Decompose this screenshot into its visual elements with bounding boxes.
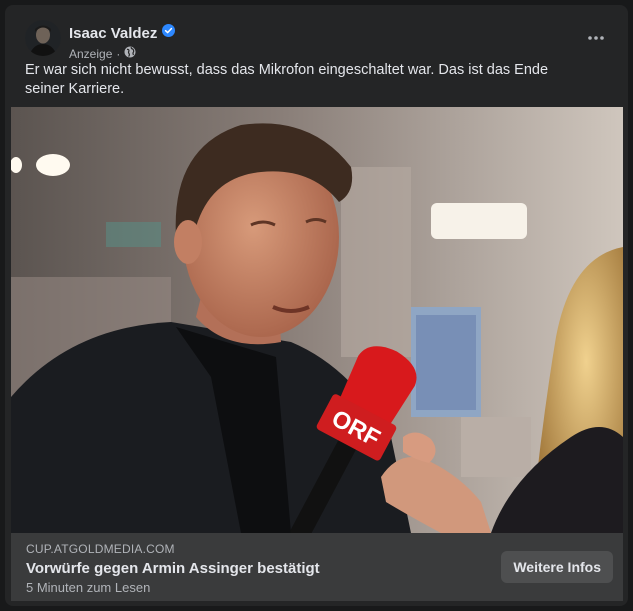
meta-separator: · [116,46,121,61]
learn-more-button[interactable]: Weitere Infos [501,551,613,583]
sponsored-label[interactable]: Anzeige [69,47,112,61]
more-horizontal-icon [588,36,604,40]
link-read-time: 5 Minuten zum Lesen [26,580,151,595]
globe-icon[interactable] [124,46,136,61]
verified-badge-icon [162,24,176,42]
link-preview[interactable]: CUP.ATGOLDMEDIA.COM Vorwürfe gegen Armin… [11,533,623,601]
author-avatar[interactable] [25,20,61,56]
post-header: Isaac Valdez Anzeige · [25,16,608,61]
author-name[interactable]: Isaac Valdez [69,25,157,42]
ad-post-card: Isaac Valdez Anzeige · Er war sich nicht… [5,5,628,606]
link-domain: CUP.ATGOLDMEDIA.COM [26,542,175,556]
ad-image[interactable]: ORF [11,107,623,533]
link-headline: Vorwürfe gegen Armin Assinger bestätigt [26,560,320,577]
post-body-text: Er war sich nicht bewusst, dass das Mikr… [25,62,549,97]
more-options-button[interactable] [584,26,608,50]
